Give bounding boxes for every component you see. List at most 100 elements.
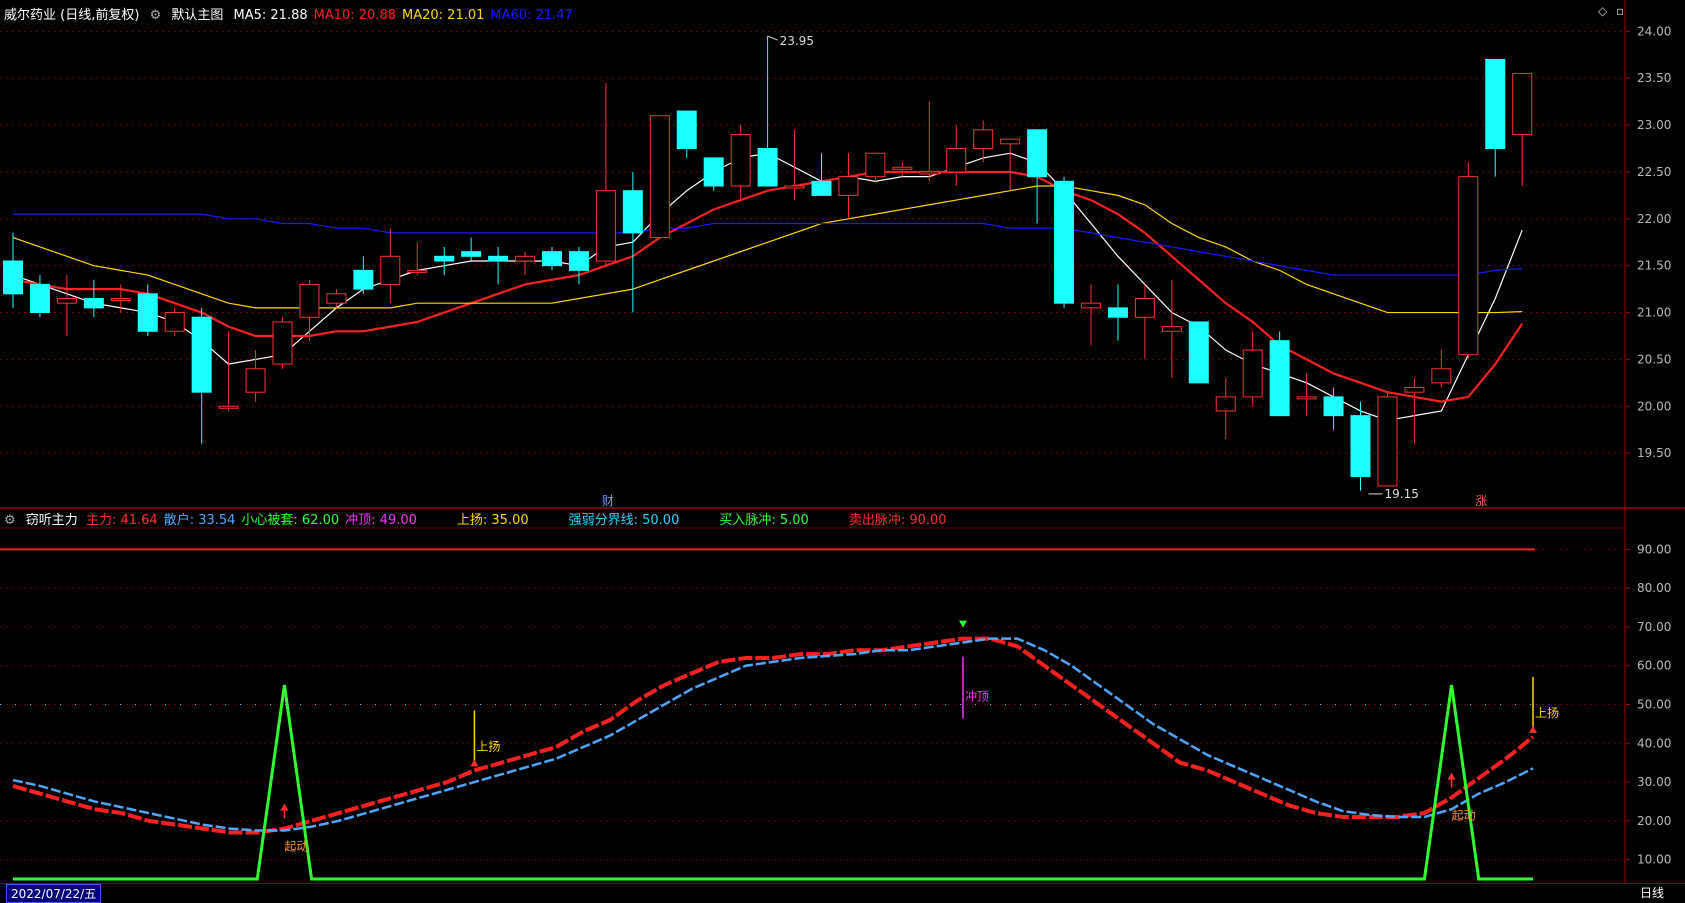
- indicator-legend-1: 散户: 33.54: [163, 513, 236, 528]
- candle-body: [811, 180, 832, 196]
- signal-label: 上扬: [1535, 705, 1559, 720]
- candle-body: [1027, 129, 1048, 178]
- candle-body: [3, 260, 23, 295]
- signal-label: 起动: [1452, 809, 1476, 823]
- candle-body: [110, 297, 131, 301]
- y-tick-label: 20.00: [1637, 814, 1671, 828]
- candle-body: [488, 255, 509, 262]
- candle-body: [1134, 297, 1155, 318]
- candle-body: [191, 316, 212, 393]
- signal-label: 起动: [284, 840, 308, 854]
- candle-body: [245, 368, 266, 393]
- ma-line-MA10: [12, 170, 1524, 403]
- buy-arrow-icon: [1447, 772, 1456, 780]
- indicator-legend-3: 冲顶: 49.00: [345, 513, 417, 528]
- candle-body: [892, 166, 913, 170]
- candle-body: [1215, 396, 1236, 412]
- buy-arrow-icon: [470, 759, 479, 767]
- candle-body: [326, 293, 347, 304]
- diamond-icon[interactable]: ◇: [1598, 4, 1607, 18]
- candle-body: [461, 251, 482, 257]
- gear-icon[interactable]: ⚙: [150, 8, 162, 23]
- indicator-legend-5: 强弱分界线: 50.00: [568, 513, 680, 528]
- candle-body: [784, 185, 805, 189]
- y-tick-label: 19.50: [1637, 446, 1671, 460]
- y-tick-label: 23.00: [1637, 118, 1671, 132]
- y-tick-label: 22.00: [1637, 212, 1671, 226]
- candle-body: [649, 115, 670, 239]
- ma-legend-1: MA10: 20.88: [313, 8, 397, 23]
- ma-line-MA60: [13, 213, 1523, 276]
- signal-label: 冲顶: [965, 689, 989, 704]
- indicator-legend-7: 卖出脉冲: 90.00: [848, 513, 947, 528]
- candle-body: [1350, 415, 1371, 478]
- indicator-legend-4: 上扬: 35.00: [456, 513, 529, 528]
- candle-body: [919, 171, 940, 175]
- candle-body: [1269, 340, 1290, 417]
- candle-body: [1081, 302, 1101, 309]
- candle-body: [1512, 73, 1533, 135]
- candle-body: [1107, 307, 1128, 318]
- candle-body: [568, 251, 589, 271]
- candle-body: [515, 255, 536, 262]
- candle-body: [1323, 396, 1344, 417]
- indicator-line-散户: [12, 637, 1534, 832]
- high-label: 23.95: [780, 34, 814, 48]
- ma-legend-2: MA20: 21.01: [402, 8, 485, 23]
- high-marker: [767, 35, 778, 41]
- y-tick-label: 70.00: [1637, 620, 1671, 634]
- candle-body: [730, 133, 751, 187]
- y-tick-label: 20.50: [1637, 352, 1671, 366]
- cursor-date-label: 2022/07/22/五: [6, 884, 102, 903]
- candle-body: [1458, 176, 1479, 356]
- y-tick-label: 10.00: [1637, 853, 1671, 867]
- y-tick-label: 90.00: [1637, 542, 1671, 556]
- y-tick-label: 30.00: [1637, 775, 1671, 789]
- y-tick-label: 21.00: [1637, 306, 1671, 320]
- y-tick-label: 22.50: [1637, 165, 1671, 179]
- candle-body: [757, 148, 778, 187]
- buy-arrow-icon: [1529, 725, 1537, 733]
- candle-body: [353, 269, 374, 290]
- indicator-legend-0: 主力: 41.64: [85, 513, 158, 528]
- signal-label: 上扬: [476, 738, 500, 753]
- indicator-legend-6: 买入脉冲: 5.00: [719, 513, 809, 528]
- y-tick-label: 50.00: [1637, 698, 1671, 712]
- candle-body: [380, 255, 401, 285]
- candle-body: [838, 176, 859, 196]
- ma-legend-3: MA60: 21.47: [490, 8, 573, 23]
- gear-icon[interactable]: ⚙: [4, 513, 16, 528]
- main-chart-header: 威尔药业 (日线,前复权) ⚙ 默认主图 MA5: 21.88 MA10: 20.…: [4, 4, 585, 23]
- indicator-name[interactable]: 窃听主力: [26, 513, 78, 528]
- candle-body: [542, 251, 562, 267]
- y-tick-label: 40.00: [1637, 736, 1671, 750]
- candle-body: [703, 157, 724, 187]
- candle-body: [29, 283, 50, 314]
- candle-body: [164, 312, 185, 332]
- low-label: 19.15: [1385, 487, 1419, 501]
- candle-body: [595, 190, 616, 262]
- candle-body: [299, 283, 320, 318]
- indicator-header: ⚙ 窃听主力 主力: 41.64 散户: 33.54 小心被套: 62.00 冲顶: …: [4, 509, 959, 528]
- candle-body: [1404, 387, 1425, 393]
- candle-body: [218, 405, 239, 409]
- chart-mode-label[interactable]: 默认主图: [171, 8, 223, 23]
- candle-body: [1054, 180, 1075, 304]
- chart-canvas[interactable]: 24.00 23.50 23.00 22.50 22.00 21.50 21.00 20.50…: [0, 0, 1685, 902]
- period-label[interactable]: 日线: [1640, 884, 1664, 901]
- candle-body: [407, 269, 428, 273]
- candle-body: [56, 297, 77, 304]
- indicator-legend-2: 小心被套: 62.00: [241, 513, 340, 528]
- candle-body: [1296, 396, 1317, 400]
- stock-title[interactable]: 威尔药业 (日线,前复权): [4, 8, 139, 23]
- candle-body: [434, 255, 455, 262]
- y-tick-label: 23.50: [1637, 71, 1671, 85]
- candle-body: [676, 110, 697, 150]
- candle-body: [946, 148, 967, 173]
- candle-body: [1377, 396, 1398, 487]
- ma-line-MA20: [12, 185, 1523, 314]
- maximize-icon[interactable]: ▫: [1616, 4, 1624, 18]
- y-tick-label: 24.00: [1637, 24, 1671, 38]
- event-limit-up-marker: 涨: [1475, 493, 1487, 508]
- event-financial-marker: 财: [602, 494, 614, 508]
